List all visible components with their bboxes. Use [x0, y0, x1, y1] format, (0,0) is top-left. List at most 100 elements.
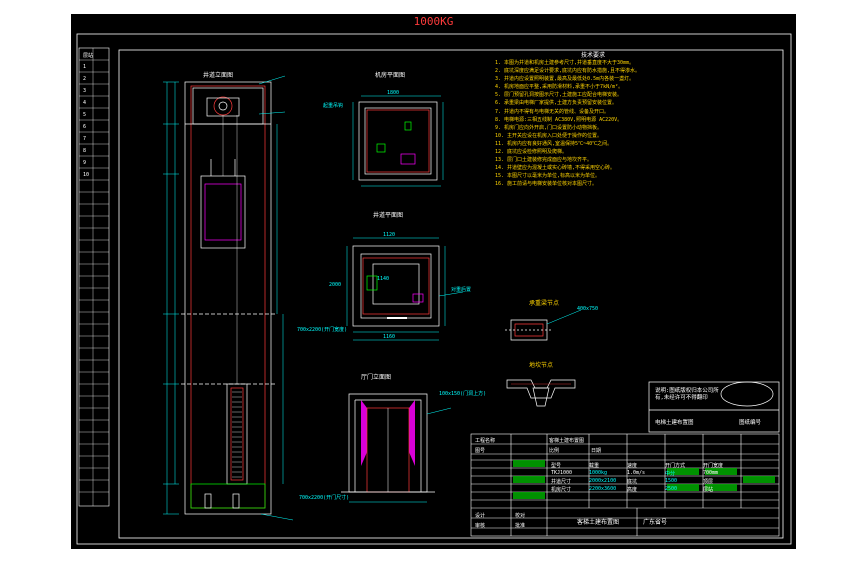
note-item: 2. 底坑深度应满足设计要求,底坑内应有防水措施,且不得渗水。 — [495, 68, 641, 75]
left-strip-label: 2 — [83, 76, 87, 82]
note-item: 3. 井道内应设置照明装置,最高及最低处0.5m内各装一盏灯。 — [495, 76, 635, 83]
left-strip-label: 1 — [83, 64, 87, 70]
elevator-car — [200, 175, 246, 249]
spec-cell: 2500 — [665, 486, 678, 492]
spec-cell: 中分 — [665, 471, 676, 477]
pit — [190, 483, 266, 509]
spec-cell: 机房尺寸 — [551, 487, 572, 493]
label-beam-detail: 承重梁节点 — [529, 300, 560, 307]
note-item: 12. 底坑应设检修照明及爬梯。 — [495, 149, 568, 156]
shaft-wall-inner — [190, 85, 266, 509]
spec-cell-fill — [513, 492, 545, 499]
beam-detail — [505, 309, 582, 341]
right-top-label: 电梯土建布置图 — [655, 420, 694, 426]
spec-cell-fill — [513, 460, 545, 467]
mr-wall-inner — [364, 107, 432, 175]
label-machine-room: 机房平面图 — [375, 72, 406, 79]
spec-header: 载重 — [589, 463, 600, 469]
note-item: 4. 机房地面应平整,采用防滑材料,承重不小于7kN/m²。 — [495, 84, 624, 91]
label-door-elevation: 厅门立面图 — [361, 374, 392, 381]
note-item: 9. 机房门应向外开启,门口设置防小动物挡板。 — [495, 124, 603, 131]
label-shaft-plan: 井道平面图 — [373, 212, 404, 219]
left-strip-label: 4 — [83, 100, 87, 106]
spec-cell: TKJ1000 — [551, 470, 573, 476]
spec-cell-fill — [513, 476, 545, 483]
spec-cell: 1500 — [665, 478, 678, 484]
label-elevation: 井道立面图 — [203, 72, 234, 79]
note-item: 1. 本图为井道和机房土建参考尺寸,井道垂直度不大于30mm。 — [495, 60, 635, 66]
note-item: 16. 施工前请与电梯安装单位核对本图尺寸。 — [495, 181, 598, 188]
counterweight — [226, 383, 248, 485]
left-strip-label: 层站 — [83, 53, 94, 59]
spec-cell: 底坑 — [627, 479, 638, 485]
spec-header: 型号 — [551, 463, 562, 469]
right-code-label: 图纸编号 — [739, 420, 762, 426]
shaft-wall-outer — [184, 81, 272, 515]
door-header-fill — [361, 400, 367, 466]
mr-hook-note: 起重吊钩 — [323, 103, 344, 109]
spec-cell: 1000kg — [589, 470, 608, 476]
left-strip-label: 8 — [83, 148, 87, 154]
spec-cell: 1.0m/s — [627, 470, 646, 476]
tb-sheet-label: 图号 — [475, 448, 486, 454]
note-item: 5. 层门预留孔洞按图示尺寸,土建施工应配合电梯安装。 — [495, 92, 623, 99]
note-item: 11. 机房内应有良好通风,室温保持5℃~40℃之间。 — [495, 140, 613, 147]
sill-detail — [506, 379, 576, 407]
traction-machine — [213, 96, 233, 116]
dim-shaft-1: 1120 — [383, 232, 396, 238]
note-item: 14. 井道壁应为混凝土或实心砖墙,不得采用空心砖。 — [495, 165, 616, 172]
note-item: 13. 层门口土建装修完成面应与地坎齐平。 — [495, 157, 593, 164]
tb-project: 客梯土建布置图 — [549, 438, 585, 444]
mr-machine — [400, 153, 416, 165]
spec-header: 速度 — [627, 463, 638, 469]
tb-scale-label: 比例 — [549, 448, 560, 454]
sp-car — [372, 263, 420, 305]
note-item: 8. 电梯电源:三相五线制 AC380V,照明电源 AC220V。 — [495, 116, 623, 123]
tb-check-label: 审核 — [475, 523, 486, 529]
left-strip-label: 5 — [83, 112, 87, 118]
dim-mr-width: 1800 — [387, 90, 400, 96]
note-item: 6. 承重梁由电梯厂家提供,土建方负责预留安装位置。 — [495, 100, 618, 107]
left-strip-label: 9 — [83, 160, 87, 166]
note-item: 15. 本图尺寸以毫米为单位,标高以米为单位。 — [495, 173, 601, 180]
shaft-plan — [346, 237, 464, 341]
spec-header: 开门宽度 — [703, 463, 724, 469]
technical-notes: 技术要求 1. 本图为井道和机房土建参考尺寸,井道垂直度不大于30mm。 2. 底… — [495, 52, 795, 189]
spec-cell: 高度 — [627, 487, 638, 493]
elevation-view — [163, 75, 294, 521]
left-strip-label: 6 — [83, 124, 87, 130]
door-note-2: 700x2200(开门尺寸) — [299, 495, 350, 501]
spec-cell-fill — [743, 476, 775, 483]
drawing-canvas: 1000KG 井道立面图 机房平面图 井道平面图 厅门立面图 承重梁节点 地坎节… — [71, 14, 796, 549]
tb-approve-label: 批准 — [515, 523, 526, 529]
note-item: 10. 主开关应设在机房入口处便于操作的位置。 — [495, 132, 603, 139]
spec-cell: 井道尺寸 — [551, 479, 572, 485]
left-strip-label: 7 — [83, 136, 87, 142]
left-strip-label: 3 — [83, 88, 87, 94]
tb-company: 广东省号 — [643, 519, 668, 526]
dim-shaft-4: 2000 — [329, 282, 342, 288]
spec-cell: 层站 — [703, 487, 714, 493]
machine-room-plan — [352, 95, 444, 187]
beam-note: 400x750 — [577, 306, 599, 312]
spec-header: 开门方式 — [665, 463, 686, 469]
shaft-note-2: 对重后置 — [451, 287, 472, 293]
door-note-1: 100x150(门洞上方) — [439, 391, 487, 397]
left-strip-label: 10 — [83, 172, 90, 178]
tb-design-label: 设计 — [475, 513, 486, 519]
certificate-text: 说明:图纸版权归本公司所有,未经许可不得翻印 — [655, 388, 719, 401]
dim-shaft-3: 1160 — [383, 334, 396, 340]
mr-wall-outer — [358, 101, 438, 181]
sp-wall-inner — [360, 253, 432, 319]
spec-cell: 2200x3600 — [589, 486, 617, 492]
note-item: 7. 井道内不得有与电梯无关的管线、设备及开口。 — [495, 108, 610, 115]
tb-project-label: 工程名称 — [475, 438, 496, 444]
spec-cell: 700mm — [703, 470, 719, 476]
seal-oval — [720, 381, 774, 407]
shaft-note-1: 700x2200(开门宽度) — [297, 327, 348, 333]
door-elevation — [341, 393, 452, 503]
spec-cell: 2000x2100 — [589, 478, 617, 484]
machine-room — [192, 87, 264, 125]
label-sill-detail: 地坎节点 — [529, 362, 554, 369]
tb-proof-label: 校对 — [515, 513, 526, 519]
